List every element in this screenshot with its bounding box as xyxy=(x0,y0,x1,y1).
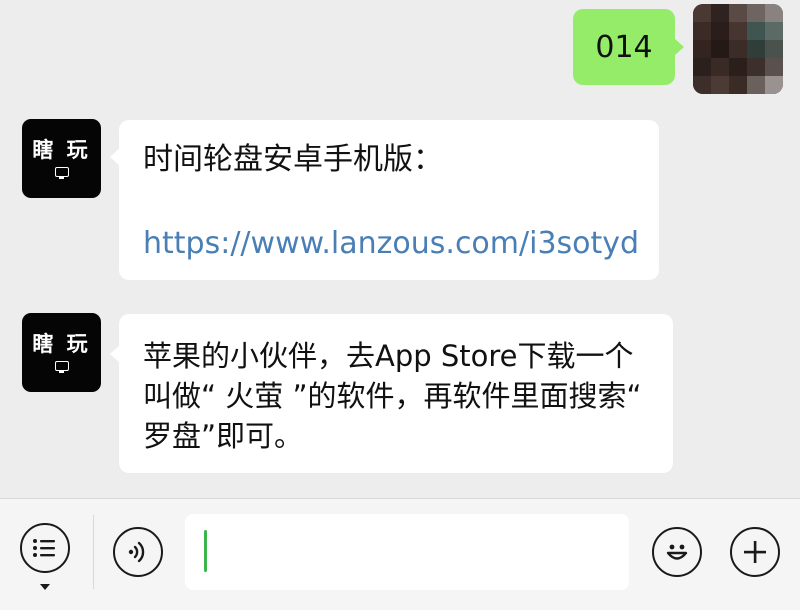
incoming-message[interactable]: 时间轮盘安卓手机版： https://www.lanzous.com/i3sot… xyxy=(119,120,659,280)
bot-avatar[interactable]: 瞎 玩 xyxy=(22,313,101,392)
bot-avatar[interactable]: 瞎 玩 xyxy=(22,119,101,198)
input-bar xyxy=(0,498,800,610)
plus-icon xyxy=(744,541,766,563)
emoji-button[interactable] xyxy=(652,527,702,577)
message-input[interactable] xyxy=(185,514,629,590)
message-text: 时间轮盘安卓手机版： xyxy=(143,142,443,177)
menu-icon xyxy=(33,539,55,557)
chevron-down-icon xyxy=(40,584,50,590)
tv-icon xyxy=(55,361,69,373)
tv-icon xyxy=(55,167,69,179)
chat-area: 014 瞎 玩 时间轮盘安卓手机版： https://www.lanzous.c… xyxy=(0,0,800,498)
bot-avatar-name: 瞎 玩 xyxy=(32,138,91,162)
outgoing-bubble-tail xyxy=(674,38,684,56)
plus-button[interactable] xyxy=(730,527,780,577)
download-link[interactable]: https://www.lanzous.com/i3sotyd xyxy=(143,224,639,264)
incoming-message[interactable]: 苹果的小伙伴，去App Store下载一个叫做“ 火萤 ”的软件，再软件里面搜索… xyxy=(119,314,673,473)
divider xyxy=(93,515,94,589)
outgoing-message[interactable]: 014 xyxy=(573,9,675,85)
menu-button[interactable] xyxy=(20,523,70,573)
voice-icon xyxy=(128,541,145,563)
emoji-icon xyxy=(666,544,688,560)
text-cursor xyxy=(204,530,207,572)
bot-avatar-name: 瞎 玩 xyxy=(32,332,91,356)
message-text: 苹果的小伙伴，去App Store下载一个叫做“ 火萤 ”的软件，再软件里面搜索… xyxy=(143,339,642,453)
voice-button[interactable] xyxy=(113,527,163,577)
outgoing-message-text: 014 xyxy=(595,29,653,65)
self-avatar[interactable] xyxy=(693,4,783,94)
